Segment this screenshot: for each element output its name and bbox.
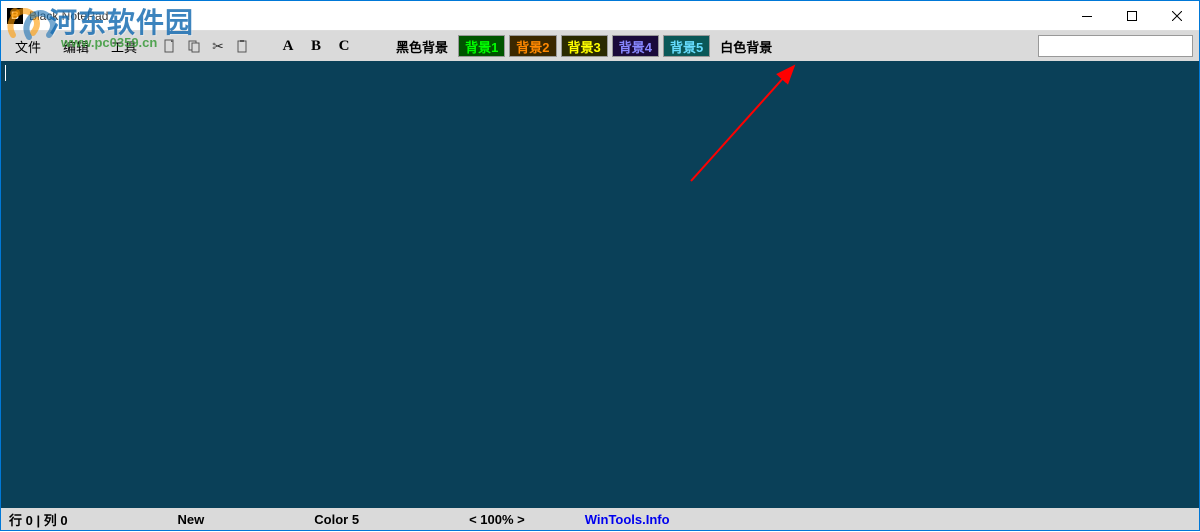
background-2-button[interactable]: 背景2 xyxy=(509,35,556,57)
new-file-icon[interactable] xyxy=(159,35,181,57)
window-controls xyxy=(1064,1,1199,31)
toolbar: 文件 编辑 工具 ✂ A B C 黑色背景 背景1 背景2 背景3 背景4 背景… xyxy=(1,31,1199,61)
cut-icon[interactable]: ✂ xyxy=(207,35,229,57)
background-1-button[interactable]: 背景1 xyxy=(458,35,505,57)
status-link[interactable]: WinTools.Info xyxy=(585,512,670,527)
status-file-state: New xyxy=(178,512,205,527)
search-input[interactable] xyxy=(1038,35,1193,57)
menu-edit[interactable]: 编辑 xyxy=(53,34,99,59)
close-button[interactable] xyxy=(1154,1,1199,31)
status-zoom[interactable]: < 100% > xyxy=(469,512,525,527)
title-bar: B Black NotePad xyxy=(1,1,1199,31)
paste-icon[interactable] xyxy=(231,35,253,57)
status-cursor-position: 行 0 | 列 0 xyxy=(9,510,68,529)
status-color-scheme: Color 5 xyxy=(314,512,359,527)
menu-tools[interactable]: 工具 xyxy=(101,34,147,59)
background-5-button[interactable]: 背景5 xyxy=(663,35,710,57)
app-title: Black NotePad xyxy=(29,9,108,23)
text-editor-area[interactable] xyxy=(1,61,1199,508)
copy-icon[interactable] xyxy=(183,35,205,57)
background-3-button[interactable]: 背景3 xyxy=(561,35,608,57)
minimize-button[interactable] xyxy=(1064,1,1109,31)
status-bar: 行 0 | 列 0 New Color 5 < 100% > WinTools.… xyxy=(1,508,1199,530)
maximize-button[interactable] xyxy=(1109,1,1154,31)
font-style-c[interactable]: C xyxy=(331,35,357,57)
background-4-button[interactable]: 背景4 xyxy=(612,35,659,57)
font-style-a[interactable]: A xyxy=(275,35,301,57)
background-white-button[interactable]: 白色背景 xyxy=(714,35,778,57)
menu-file[interactable]: 文件 xyxy=(5,34,51,59)
font-style-b[interactable]: B xyxy=(303,35,329,57)
background-black-button[interactable]: 黑色背景 xyxy=(390,35,454,57)
app-icon: B xyxy=(7,8,23,24)
text-cursor xyxy=(5,65,6,81)
